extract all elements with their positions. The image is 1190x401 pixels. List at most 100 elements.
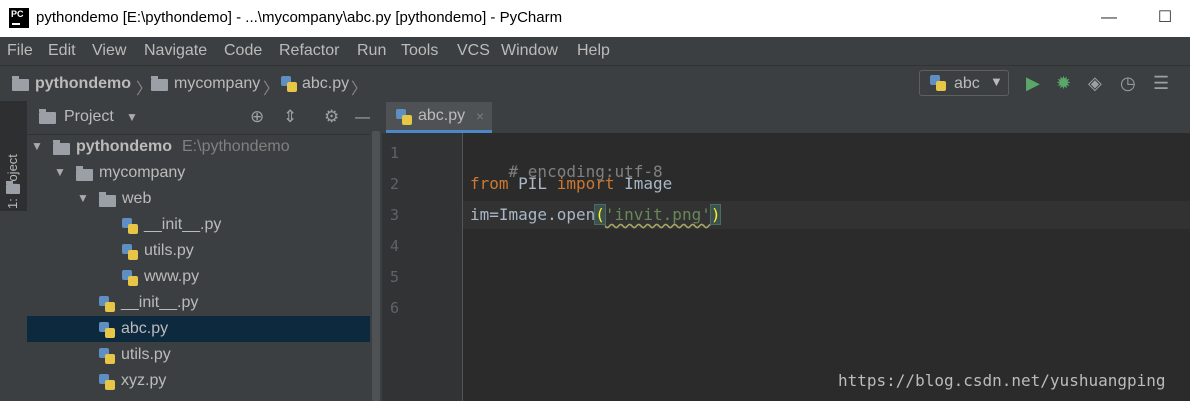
tree-item-file[interactable]: utils.py <box>27 342 382 368</box>
python-icon <box>930 75 946 91</box>
tree-item-label: __init__.py <box>121 294 199 311</box>
line-number: 5 <box>390 268 400 286</box>
expand-arrow-icon[interactable]: ▼ <box>54 165 66 179</box>
breadcrumb-package[interactable]: mycompany <box>174 75 260 93</box>
minimize-button[interactable]: — <box>1097 6 1121 30</box>
tree-item-path: E:\pythondemo <box>182 138 290 155</box>
tree-item-mycompany[interactable]: ▼ mycompany <box>27 160 382 186</box>
menu-navigate[interactable]: Navigate <box>144 42 207 60</box>
project-scrollbar[interactable] <box>370 101 382 401</box>
menu-window[interactable]: Window <box>501 42 558 60</box>
debug-icon[interactable]: ✹ <box>1056 73 1071 94</box>
run-config-label: abc <box>954 75 980 92</box>
menu-bar: File Edit View Navigate Code Refactor Ru… <box>0 37 1190 65</box>
close-icon[interactable]: × <box>476 108 484 124</box>
breadcrumb-project[interactable]: pythondemo <box>35 75 131 93</box>
breadcrumb-separator: 〉 <box>351 81 368 98</box>
project-tool-tab[interactable]: 1: Project <box>0 101 27 211</box>
tree-item-file[interactable]: utils.py <box>27 238 382 264</box>
project-panel-title[interactable]: Project <box>64 108 114 126</box>
line-number: 2 <box>390 175 400 193</box>
menu-help[interactable]: Help <box>577 42 610 60</box>
menu-tools[interactable]: Tools <box>401 42 438 60</box>
tree-item-label: xyz.py <box>121 372 167 389</box>
package-icon <box>76 166 93 181</box>
python-file-icon <box>396 109 412 125</box>
python-file-icon <box>99 296 115 312</box>
expand-arrow-icon[interactable]: ▼ <box>77 191 89 205</box>
python-file-icon <box>99 322 115 338</box>
code-module: PIL <box>508 174 557 193</box>
python-file-icon <box>99 348 115 364</box>
tree-item-label: mycompany <box>99 164 186 181</box>
code-identifier: Image <box>614 174 673 193</box>
scrollbar-thumb[interactable] <box>372 131 380 401</box>
breadcrumb-file[interactable]: abc.py <box>302 75 349 93</box>
python-file-icon <box>281 76 297 92</box>
project-panel: Project ▼ ⊕ ⇕ ⚙ — ▼ pythondemo E:\python… <box>27 101 382 401</box>
code-keyword: import <box>556 174 615 193</box>
watermark-text: https://blog.csdn.net/yushuangping <box>838 371 1166 390</box>
coverage-icon[interactable]: ◈ <box>1088 73 1102 94</box>
tab-label: abc.py <box>418 107 466 124</box>
collapse-all-icon[interactable]: ⇕ <box>283 107 297 127</box>
menu-vcs[interactable]: VCS <box>457 42 490 60</box>
tree-item-label: pythondemo <box>76 138 172 155</box>
line-number: 3 <box>390 206 400 224</box>
code-bracket: ( <box>594 204 606 225</box>
navigation-bar: pythondemo 〉 mycompany 〉 abc.py 〉 abc ▼ … <box>0 65 1190 102</box>
run-configuration-select[interactable]: abc ▼ <box>919 70 1009 96</box>
code-line-2: from PIL import Image <box>470 174 672 193</box>
tree-item-label: abc.py <box>121 320 169 337</box>
line-number: 4 <box>390 237 400 255</box>
menu-file[interactable]: File <box>7 42 33 60</box>
expand-arrow-icon[interactable]: ▼ <box>31 139 43 153</box>
tab-abc-py[interactable]: abc.py × <box>386 102 492 133</box>
maximize-button[interactable]: ☐ <box>1153 6 1177 30</box>
tree-item-file[interactable]: __init__.py <box>27 212 382 238</box>
package-icon <box>99 192 116 207</box>
pycharm-logo-icon: PC <box>9 8 29 28</box>
python-file-icon <box>122 218 138 234</box>
chevron-down-icon: ▼ <box>990 74 1003 89</box>
python-file-icon <box>99 374 115 390</box>
line-number-gutter: 1 2 3 4 5 6 <box>382 133 463 401</box>
code-string: 'invit.png' <box>604 205 711 224</box>
breadcrumb-separator: 〉 <box>263 81 280 98</box>
code-editor[interactable]: # encoding:utf-8 from PIL import Image i… <box>463 133 1190 401</box>
tree-item-file[interactable]: __init__.py <box>27 290 382 316</box>
python-file-icon <box>122 270 138 286</box>
package-icon <box>151 76 168 91</box>
tree-item-web[interactable]: ▼ web <box>27 186 382 212</box>
window-title: pythondemo [E:\pythondemo] - ...\mycompa… <box>36 9 563 26</box>
tree-item-file-selected[interactable]: abc.py <box>27 316 382 342</box>
folder-icon <box>53 140 70 155</box>
chevron-down-icon[interactable]: ▼ <box>126 110 138 124</box>
line-number: 6 <box>390 299 400 317</box>
build-icon[interactable]: ☰ <box>1153 73 1169 94</box>
code-identifier: im=Image.open <box>470 205 596 224</box>
menu-code[interactable]: Code <box>224 42 262 60</box>
project-panel-header: Project ▼ ⊕ ⇕ ⚙ — <box>27 101 372 135</box>
menu-refactor[interactable]: Refactor <box>279 42 339 60</box>
tree-item-file[interactable]: www.py <box>27 264 382 290</box>
tree-item-file[interactable]: xyz.py <box>27 368 382 394</box>
line-number: 1 <box>390 144 400 162</box>
tree-item-label: utils.py <box>121 346 171 363</box>
code-keyword: from <box>470 174 509 193</box>
tree-item-pythondemo[interactable]: ▼ pythondemo E:\pythondemo <box>27 134 382 160</box>
folder-icon <box>6 181 20 194</box>
tree-item-label: web <box>122 190 152 207</box>
tree-item-label: __init__.py <box>144 216 222 233</box>
editor-tab-bar: abc.py × <box>382 101 1190 134</box>
run-icon[interactable]: ▶ <box>1026 73 1040 94</box>
breadcrumb-separator: 〉 <box>136 81 153 98</box>
python-file-icon <box>122 244 138 260</box>
profile-icon[interactable]: ◷ <box>1120 73 1136 94</box>
gear-icon[interactable]: ⚙ <box>324 107 339 127</box>
locate-icon[interactable]: ⊕ <box>250 107 264 127</box>
title-bar: PC pythondemo [E:\pythondemo] - ...\myco… <box>0 0 1190 37</box>
menu-view[interactable]: View <box>92 42 126 60</box>
menu-run[interactable]: Run <box>357 42 386 60</box>
menu-edit[interactable]: Edit <box>48 42 76 60</box>
